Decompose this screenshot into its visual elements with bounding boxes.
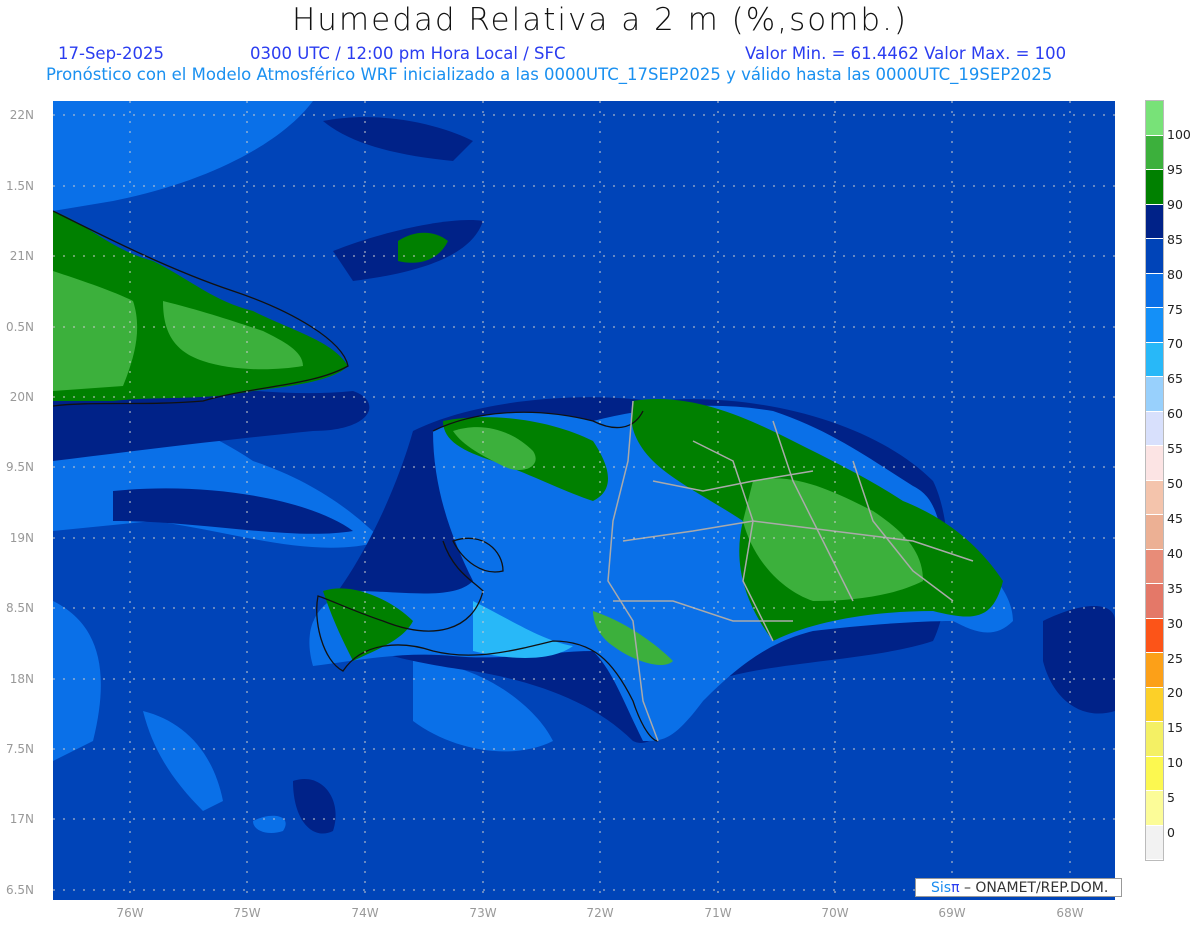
credit-box: Sisπ – ONAMET/REP.DOM.	[915, 878, 1122, 897]
legend-swatch	[1146, 342, 1163, 377]
legend-swatch	[1146, 446, 1163, 481]
sispi-logo-text: Sis	[931, 880, 952, 896]
lat-label: 19N	[9, 531, 34, 545]
lon-label: 68W	[1056, 906, 1084, 920]
legend-label: 70	[1167, 336, 1183, 352]
humidity-map	[53, 101, 1115, 900]
min-max-label: Valor Min. = 61.4462 Valor Max. = 100	[745, 44, 1067, 63]
pi-symbol: π	[951, 880, 960, 896]
color-legend	[1145, 100, 1164, 861]
credit-text: – ONAMET/REP.DOM.	[959, 880, 1109, 896]
lat-label: 17N	[9, 812, 34, 826]
lon-label: 70W	[821, 906, 849, 920]
legend-swatch	[1146, 377, 1163, 412]
legend-swatch	[1146, 204, 1163, 239]
legend-swatch	[1146, 515, 1163, 550]
legend-label: 35	[1167, 580, 1183, 596]
legend-label: 40	[1167, 545, 1183, 561]
date-label: 17-Sep-2025	[58, 44, 164, 63]
legend-label: 85	[1167, 231, 1183, 247]
legend-label: 75	[1167, 301, 1183, 317]
lon-label: 73W	[469, 906, 497, 920]
lat-label: 8.5N	[5, 601, 34, 615]
legend-swatch	[1146, 722, 1163, 757]
legend-swatch	[1146, 791, 1163, 826]
legend-swatch	[1146, 549, 1163, 584]
legend-label: 5	[1167, 790, 1175, 806]
lat-label: 7.5N	[5, 742, 34, 756]
time-label: 0300 UTC / 12:00 pm Hora Local / SFC	[250, 44, 566, 63]
legend-swatch	[1146, 135, 1163, 170]
legend-swatch	[1146, 756, 1163, 791]
legend-label: 60	[1167, 406, 1183, 422]
lon-label: 72W	[586, 906, 614, 920]
legend-label: 45	[1167, 510, 1183, 526]
legend-swatch	[1146, 170, 1163, 205]
legend-swatch	[1146, 584, 1163, 619]
legend-swatch	[1146, 687, 1163, 722]
legend-swatch	[1146, 308, 1163, 343]
legend-label: 30	[1167, 615, 1183, 631]
lat-label: 18N	[9, 672, 34, 686]
lat-label: 20N	[9, 390, 34, 404]
lat-label: 1.5N	[5, 179, 34, 193]
legend-label: 15	[1167, 720, 1183, 736]
legend-swatch	[1146, 480, 1163, 515]
lon-label: 74W	[351, 906, 379, 920]
legend-label: 95	[1167, 161, 1183, 177]
lat-label: 21N	[9, 249, 34, 263]
lon-label: 69W	[938, 906, 966, 920]
legend-swatch	[1146, 653, 1163, 688]
lon-label: 71W	[704, 906, 732, 920]
lat-label: 6.5N	[5, 883, 34, 897]
legend-swatch	[1146, 239, 1163, 274]
lon-label: 76W	[116, 906, 144, 920]
map-title: Humedad Relativa a 2 m (%,somb.)	[291, 2, 909, 38]
legend-label: 65	[1167, 371, 1183, 387]
legend-label: 20	[1167, 685, 1183, 701]
legend-label: 80	[1167, 266, 1183, 282]
lat-label: 9.5N	[5, 460, 34, 474]
legend-swatch	[1146, 101, 1163, 136]
legend-label: 50	[1167, 476, 1183, 491]
legend-label: 0	[1167, 825, 1175, 840]
legend-label: 90	[1167, 196, 1183, 212]
legend-swatch	[1146, 618, 1163, 653]
model-info-label: Pronóstico con el Modelo Atmosférico WRF…	[46, 65, 1053, 84]
legend-label: 25	[1167, 650, 1183, 666]
legend-swatch	[1146, 273, 1163, 308]
legend-label: 100	[1167, 127, 1191, 142]
lat-label: 0.5N	[5, 320, 34, 334]
legend-swatch	[1146, 411, 1163, 446]
legend-label: 55	[1167, 441, 1183, 457]
legend-label: 10	[1167, 755, 1183, 771]
legend-swatch	[1146, 825, 1163, 860]
lon-label: 75W	[233, 906, 261, 920]
lat-label: 22N	[9, 108, 34, 122]
